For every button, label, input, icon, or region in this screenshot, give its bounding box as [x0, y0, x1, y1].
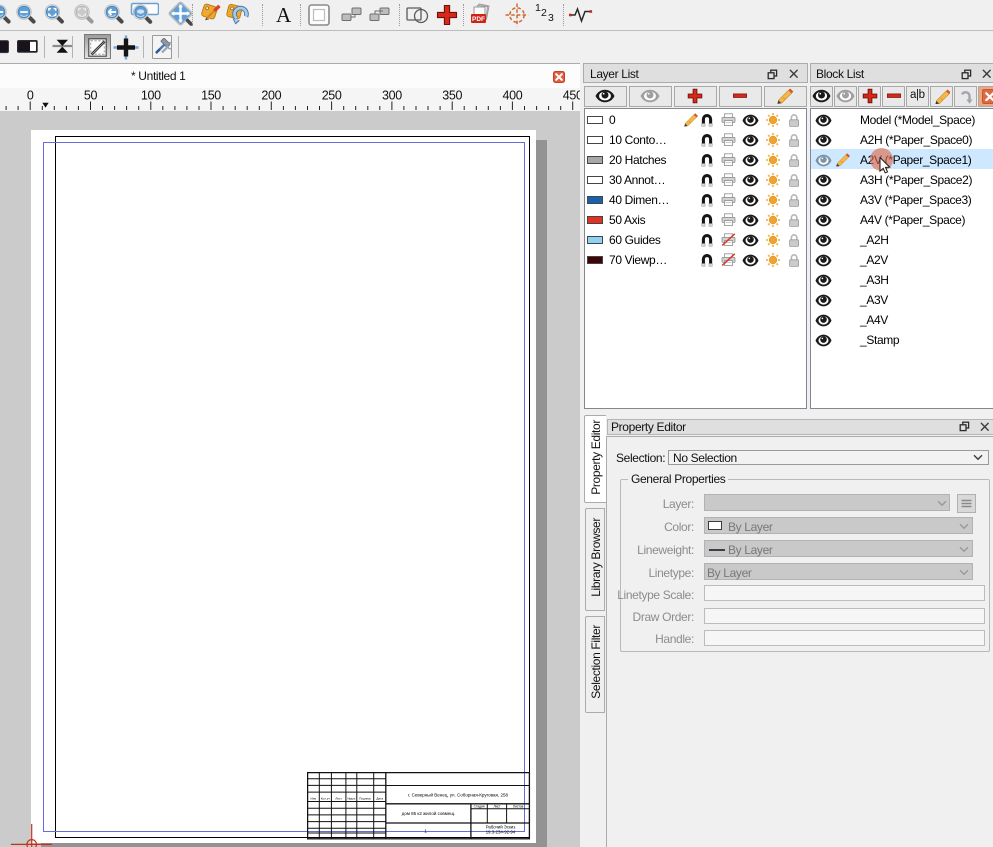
svg-text:50: 50	[84, 89, 98, 103]
svg-text:№док: №док	[347, 797, 356, 801]
svg-text:250: 250	[322, 89, 342, 103]
svg-text:Листов: Листов	[513, 804, 524, 808]
svg-text:Дата: Дата	[376, 797, 383, 801]
svg-text:19.3-234-92-94: 19.3-234-92-94	[486, 830, 516, 835]
svg-text:300: 300	[382, 89, 402, 103]
svg-text:Изм: Изм	[310, 797, 316, 801]
svg-text:Лист: Лист	[335, 797, 342, 801]
svg-text:Кол.уч: Кол.уч	[321, 797, 330, 801]
svg-text:Подпись: Подпись	[359, 797, 371, 801]
svg-text:Лист: Лист	[494, 804, 501, 808]
svg-text:200: 200	[261, 89, 281, 103]
svg-text:350: 350	[442, 89, 462, 103]
svg-text:Стадия: Стадия	[474, 804, 485, 808]
svg-text:дом 85 к2 жилой совмещ.: дом 85 к2 жилой совмещ.	[402, 810, 456, 816]
svg-text:150: 150	[201, 89, 221, 103]
svg-text:0: 0	[27, 89, 34, 103]
svg-text:PDF: PDF	[472, 16, 485, 23]
svg-text:г. Северный Венец, ул. Соборна: г. Северный Венец, ул. Соборная-Круговая…	[408, 791, 508, 797]
svg-text:100: 100	[141, 89, 161, 103]
svg-text:400: 400	[502, 89, 522, 103]
svg-text:1: 1	[424, 829, 427, 834]
